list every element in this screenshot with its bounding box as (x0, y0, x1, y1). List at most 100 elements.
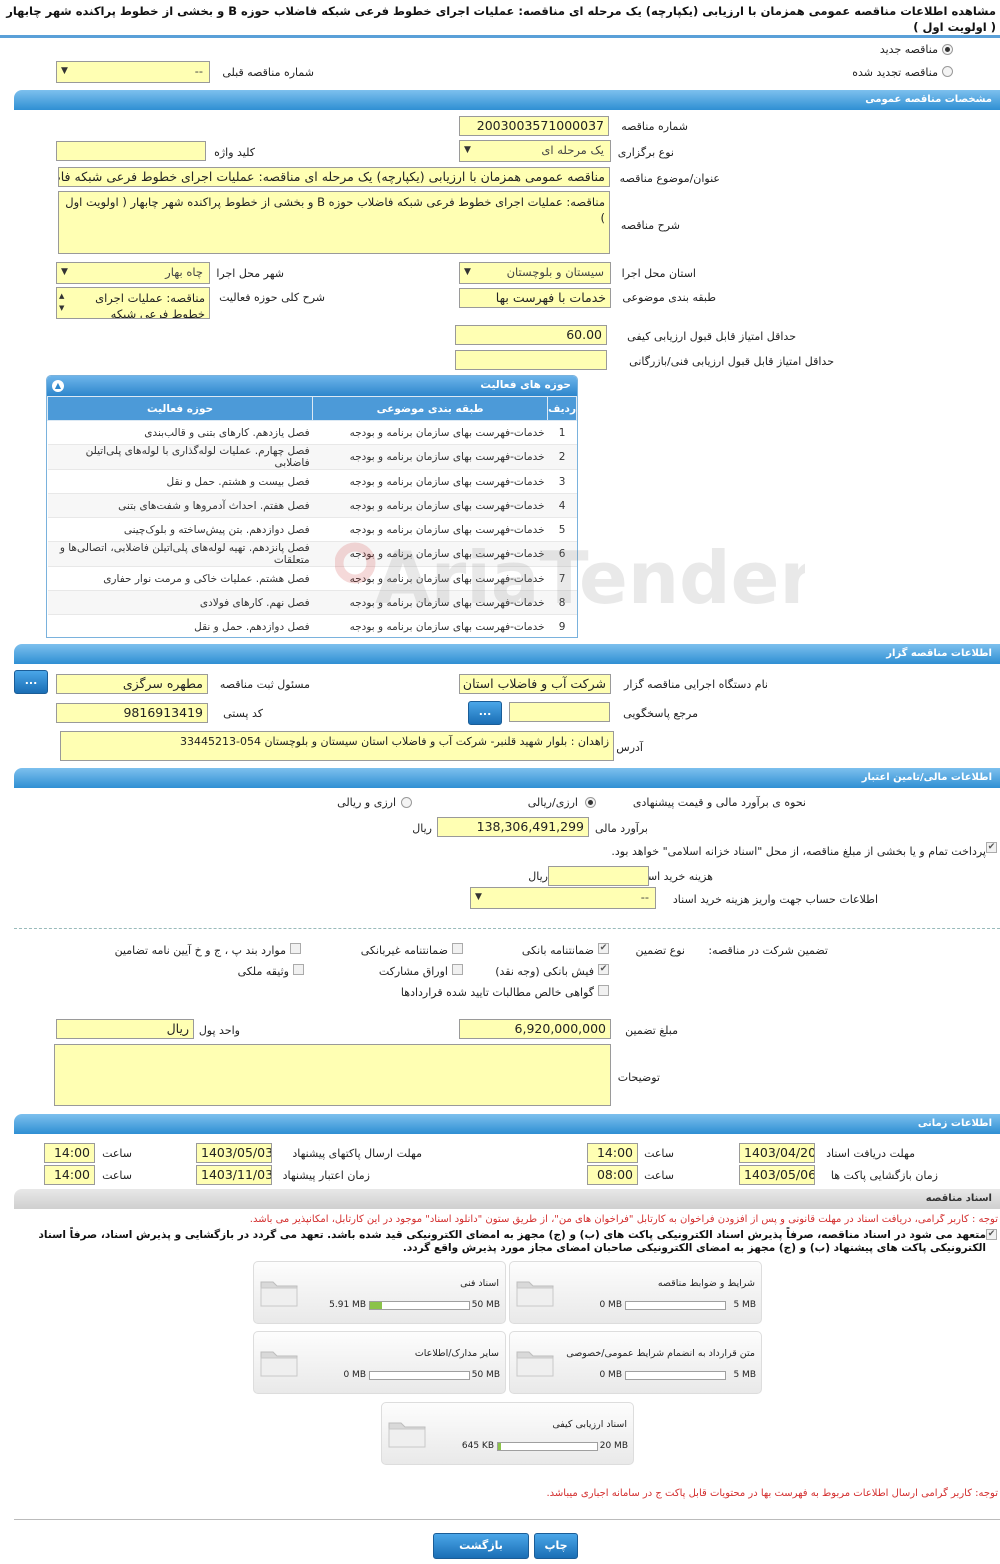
row-number: 1 (547, 420, 577, 445)
row-number: 3 (547, 469, 577, 494)
watermark-text: AriaTender.neT (375, 536, 805, 620)
row-scope: فصل هشتم. عملیات خاکی و مرمت نوار حفاری (47, 566, 313, 591)
document-card-title: سایر مدارک/اطلاعات (414, 1348, 499, 1359)
bank-receipt-checkbox[interactable]: ✔ (598, 964, 609, 975)
valid-date-field[interactable]: 1403/11/03 (196, 1165, 272, 1185)
province-label: استان محل اجرا (621, 267, 696, 280)
receive-date-field[interactable]: 1403/04/20 (739, 1143, 815, 1163)
scope-field[interactable]: مناقصه: عملیات اجرای خطوط فرعی شبکه ▲ ▼ (56, 287, 210, 319)
subject-field[interactable]: مناقصه عمومی همزمان با ارزیابی (یکپارچه)… (58, 167, 610, 187)
document-card-progress (625, 1301, 726, 1310)
province-select[interactable]: سیستان و بلوچستان ▼ (459, 262, 611, 284)
forex-radio[interactable] (401, 797, 412, 808)
claims-checkbox[interactable] (598, 985, 609, 996)
documents-section-header: اسناد مناقصه (14, 1189, 1000, 1209)
guarantee-title: تضمین شرکت در مناقصه: (708, 944, 828, 957)
chevron-down-icon: ▼ (475, 892, 482, 902)
page-title: مشاهده اطلاعات مناقصه عمومی همزمان با ار… (0, 0, 1000, 38)
valid-time-field[interactable]: 14:00 (44, 1165, 95, 1185)
row-scope: فصل پانزدهم. تهیه لوله‌های پلی‌اتیلن فاض… (47, 541, 313, 567)
document-card[interactable]: شرایط و ضوابط مناقصه 0 MB 5 MB (509, 1261, 762, 1324)
min-quality-label: حداقل امتیاز قابل قبول ارزیابی کیفی (627, 330, 796, 343)
items-bcd-checkbox[interactable] (290, 943, 301, 954)
commit-checkbox[interactable]: ✔ (986, 1229, 997, 1240)
row-scope: فصل بیست و هشتم. حمل و نقل (47, 469, 313, 494)
desc-field[interactable]: مناقصه: عملیات اجرای خطوط فرعی شبکه فاضل… (58, 191, 610, 254)
valid-time-label: ساعت (102, 1169, 132, 1182)
row-scope: فصل یازدهم. کارهای بتنی و قالب‌بندی (47, 420, 313, 445)
open-time-field[interactable]: 08:00 (587, 1165, 638, 1185)
send-time-field[interactable]: 14:00 (44, 1143, 95, 1163)
postal-field[interactable]: 9816913419 (56, 703, 208, 723)
open-date-field[interactable]: 1403/05/06 (739, 1165, 815, 1185)
folder-icon (260, 1281, 298, 1307)
document-card[interactable]: اسناد ارزیابی کیفی 645 KB 20 MB (381, 1402, 634, 1465)
prev-tender-select[interactable]: -- ▼ (56, 61, 210, 83)
resp-field[interactable]: مطهره سرگزی (56, 674, 208, 694)
currency-field[interactable]: ریال (56, 1019, 194, 1039)
prev-tender-label: شماره مناقصه قبلی (222, 66, 314, 79)
back-button[interactable]: بازگشت (433, 1533, 529, 1559)
document-card-current-size: 0 MB (599, 1370, 622, 1380)
table-row: 3 خدمات-فهرست بهای سازمان برنامه و بودجه ف… (47, 469, 577, 494)
nonbank-guarantee-checkbox[interactable] (452, 943, 463, 954)
document-card-current-size: 5.91 MB (329, 1300, 366, 1310)
bank-receipt-label: فیش بانکی (وجه نقد) (495, 965, 594, 978)
amount-field[interactable]: 6,920,000,000 (459, 1019, 611, 1039)
document-card[interactable]: سایر مدارک/اطلاعات 0 MB 50 MB (253, 1331, 506, 1394)
property-checkbox[interactable] (293, 964, 304, 975)
send-date-field[interactable]: 1403/05/03 (196, 1143, 272, 1163)
ref-label: مرجع پاسخگویی (623, 707, 698, 720)
min-quality-field[interactable]: 60.00 (455, 325, 607, 345)
city-label: شهر محل اجرا (216, 267, 284, 280)
type-select[interactable]: یک مرحله ای ▼ (459, 140, 611, 162)
tender-no-field[interactable]: 2003003571000037 (459, 116, 609, 136)
row-scope: فصل نهم. کارهای فولادی (47, 590, 313, 615)
row-scope: فصل دوازدهم. بتن پیش‌ساخته و بلوک‌چینی (47, 517, 313, 542)
currency-label: واحد پول (198, 1024, 240, 1037)
keyword-field[interactable] (56, 141, 206, 161)
account-select[interactable]: -- ▼ (470, 887, 656, 909)
activities-header: حوزه های فعالیت ▲ (47, 376, 577, 396)
doc-fee-field[interactable] (548, 866, 649, 886)
document-card-title: شرایط و ضوابط مناقصه (657, 1278, 755, 1289)
bonds-checkbox[interactable] (452, 964, 463, 975)
resp-browse-button[interactable]: ... (14, 670, 48, 694)
document-card-max-size: 50 MB (471, 1370, 500, 1380)
new-tender-radio[interactable] (942, 44, 953, 55)
rial-radio[interactable] (585, 797, 596, 808)
receive-time-field[interactable]: 14:00 (587, 1143, 638, 1163)
notes-field[interactable] (54, 1044, 611, 1106)
scroll-arrows-icon[interactable]: ▲ ▼ (59, 290, 64, 314)
treasury-checkbox[interactable]: ✔ (986, 842, 997, 853)
org-label: نام دستگاه اجرایی مناقصه گزار (624, 678, 768, 691)
watermark-logo: AriaTender.neT (335, 536, 805, 620)
category-label: طبقه بندی موضوعی (622, 291, 716, 304)
property-label: وثیقه ملکی (237, 965, 289, 978)
print-button[interactable]: چاپ (534, 1533, 578, 1559)
chevron-down-icon: ▼ (61, 267, 68, 277)
address-field[interactable]: زاهدان : بلوار شهید قلنبر- شرکت آب و فاض… (60, 731, 614, 761)
document-card-current-size: 645 KB (461, 1441, 494, 1451)
document-card-progress (497, 1442, 598, 1451)
document-card-title: متن قرارداد به انضمام شرایط عمومی/خصوصی (566, 1348, 755, 1359)
general-section-header: مشخصات مناقصه عمومی (14, 90, 1000, 110)
min-tech-field[interactable] (455, 350, 607, 370)
document-card[interactable]: متن قرارداد به انضمام شرایط عمومی/خصوصی 0… (509, 1331, 762, 1394)
ref-browse-button[interactable]: ... (468, 701, 502, 725)
renewed-tender-label: مناقصه تجدید شده (852, 66, 938, 79)
ref-field[interactable] (509, 702, 610, 722)
row-number: 4 (547, 493, 577, 518)
document-card[interactable]: اسناد فنی 5.91 MB 50 MB (253, 1261, 506, 1324)
chevron-down-icon: ▼ (464, 267, 471, 277)
document-card-max-size: 50 MB (471, 1300, 500, 1310)
city-select[interactable]: چاه بهار ▼ (56, 262, 210, 284)
subject-label: عنوان/موضوع مناقصه (619, 172, 720, 185)
estimate-field[interactable]: 138,306,491,299 (437, 817, 589, 837)
bank-guarantee-checkbox[interactable]: ✔ (598, 943, 609, 954)
org-field[interactable]: شرکت آب و فاضلاب استان (459, 674, 611, 694)
documents-note-2: متعهد می شود در اسناد مناقصه، صرفاً پذیر… (38, 1229, 986, 1254)
category-field[interactable]: خدمات با فهرست بها (459, 288, 611, 308)
renewed-tender-radio[interactable] (942, 66, 953, 77)
collapse-icon[interactable]: ▲ (52, 380, 64, 392)
